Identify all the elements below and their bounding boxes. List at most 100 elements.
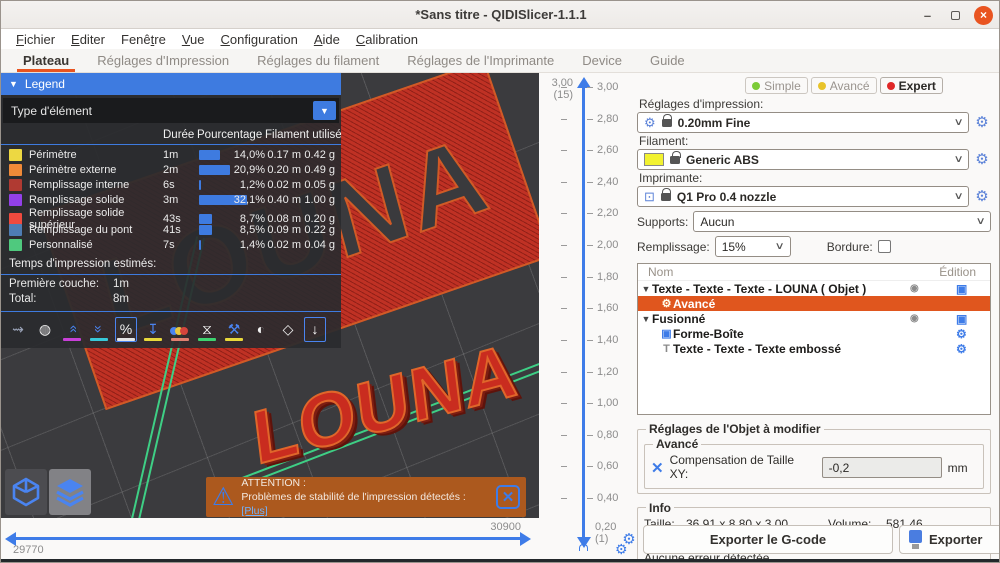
tab-r-glages-d-impression[interactable]: Réglages d'Impression <box>85 49 241 72</box>
feature-mass: 1.00 g <box>304 193 335 206</box>
supports-combo[interactable]: Aucun ∨ <box>693 211 991 232</box>
feature-label: Remplissage du pont <box>29 223 133 236</box>
printer-combo[interactable]: ⊡ Q1 Pro 0.4 nozzle ∨ <box>637 186 969 207</box>
infill-combo[interactable]: 15% ∨ <box>714 236 791 257</box>
menu-fichier[interactable]: Fichier <box>9 31 62 48</box>
usb-drive-icon <box>908 529 923 549</box>
3d-view-button[interactable] <box>5 469 47 515</box>
brim-checkbox[interactable] <box>877 240 891 253</box>
menu-calibration[interactable]: Calibration <box>349 31 425 48</box>
layers-icon <box>56 479 84 507</box>
slider-right-handle[interactable] <box>520 531 531 546</box>
slider-bottom-labels: 0,20 (1) <box>595 521 616 545</box>
center-of-gravity-icon[interactable]: ◐ <box>250 317 272 342</box>
feature-time: 7s <box>163 238 175 251</box>
estimate-first-layer: Première couche: 1m <box>1 275 341 290</box>
export-settings-gear-button[interactable]: ⚙ <box>621 530 637 548</box>
view-type-select[interactable]: Type d'élément ▼ <box>3 98 339 123</box>
shells-icon[interactable]: ◇ <box>277 317 299 342</box>
close-button[interactable]: × <box>974 5 993 25</box>
layers-view-button[interactable] <box>49 469 91 515</box>
column-pourcentage: Pourcentage <box>197 128 263 141</box>
maximize-button[interactable] <box>946 6 965 25</box>
expander-icon[interactable]: ▼ <box>640 314 652 324</box>
arrow-down-icon[interactable]: ↓ <box>304 317 326 342</box>
moves-slider-row: 30900 29770 <box>1 518 539 559</box>
warning-message: Problèmes de stabilité de l'impression d… <box>241 490 466 503</box>
object-row-fusionne[interactable]: ▼ Fusionné ◉ ▣ <box>638 311 990 326</box>
slider-tick: 3,00 <box>561 81 633 93</box>
object-settings-title: Réglages de l'Objet à modifier <box>649 422 821 436</box>
slider-tick: 2,80 <box>561 113 633 125</box>
gear-icon[interactable]: ⚙ <box>956 328 967 340</box>
chevrons-down-icon[interactable]: » <box>88 317 110 342</box>
mode-simple[interactable]: Simple <box>745 77 808 94</box>
object-row-louna[interactable]: ▼ Texte - Texte - Texte - LOUNA ( Objet … <box>638 281 990 296</box>
gear-icon[interactable]: ⚙ <box>956 343 967 355</box>
text-icon: T <box>663 342 670 355</box>
legend-rows: Périmètre 1m 14,0% 0.17 m 0.42 g Périmèt… <box>1 147 341 252</box>
colorprint-icon[interactable] <box>169 317 191 342</box>
slider-max-label: 30900 <box>490 521 521 533</box>
edit-layers-icon[interactable]: ▣ <box>956 283 967 295</box>
percent-bar <box>199 149 220 160</box>
object-row-forme-boite[interactable]: ▣ Forme-Boîte ⚙ <box>638 326 990 341</box>
object-row-settings-selected[interactable]: ⚙ Avancé <box>638 296 990 311</box>
menu-aide[interactable]: Aide <box>307 31 347 48</box>
warning-close-button[interactable]: ✕ <box>496 485 520 509</box>
qidislicer-window: *Sans titre - QIDISlicer-1.1.1 – × Fichi… <box>0 0 1000 563</box>
eye-icon[interactable]: ◉ <box>910 283 919 294</box>
settings-row-label: Avancé <box>673 296 716 311</box>
xy-compensation-input[interactable] <box>821 457 942 479</box>
object-list: Nom Édition ▼ Texte - Texte - Texte - LO… <box>637 263 991 415</box>
estimated-time-icon[interactable]: ⧖ <box>196 317 218 342</box>
legend-title: Legend <box>24 77 65 91</box>
tab-r-glages-de-l-imprimante[interactable]: Réglages de l'Imprimante <box>395 49 566 72</box>
tab-device[interactable]: Device <box>570 49 634 72</box>
column-edition: Édition <box>939 265 976 279</box>
warning-more-link[interactable]: [Plus] <box>241 505 267 517</box>
slider-tick: 1,60 <box>561 302 633 314</box>
export-to-device-button[interactable]: Exporter <box>899 524 999 554</box>
edit-layers-icon[interactable]: ▣ <box>956 313 967 325</box>
mode-expert[interactable]: Expert <box>879 77 943 94</box>
legend-row: Périmètre 1m 14,0% 0.17 m 0.42 g <box>1 147 341 162</box>
dropdown-button[interactable]: ▼ <box>313 101 336 120</box>
chevrons-up-icon[interactable]: » <box>61 317 83 342</box>
tab-guide[interactable]: Guide <box>638 49 697 72</box>
tab-r-glages-du-filament[interactable]: Réglages du filament <box>245 49 391 72</box>
filament-gear-button[interactable]: ⚙ <box>973 152 991 167</box>
menu-configuration[interactable]: Configuration <box>214 31 305 48</box>
menu-fentre[interactable]: Fenêtre <box>114 31 173 48</box>
window-title: *Sans titre - QIDISlicer-1.1.1 <box>415 7 587 22</box>
titlebar: *Sans titre - QIDISlicer-1.1.1 – × <box>1 1 999 29</box>
moves-slider-track[interactable] <box>15 537 521 540</box>
printer-gear-button[interactable]: ⚙ <box>973 189 991 204</box>
menu-editer[interactable]: Editer <box>64 31 112 48</box>
remove-parameter-icon[interactable]: ✕ <box>651 459 664 477</box>
tool-edit-icon[interactable]: ⚒ <box>223 317 245 342</box>
retractions-icon[interactable]: ↧ <box>142 317 164 342</box>
filament-combo[interactable]: Generic ABS ∨ <box>637 149 969 170</box>
tab-plateau[interactable]: Plateau <box>11 49 81 72</box>
print-settings-combo[interactable]: ⚙ 0.20mm Fine ∨ <box>637 112 969 133</box>
eye-icon[interactable]: ◉ <box>910 313 919 324</box>
feature-length: 0.02 m <box>267 178 301 191</box>
xy-compensation-row: ✕ Compensation de Taille XY: mm <box>651 453 977 482</box>
legend-header[interactable]: ▼ Legend <box>1 73 341 95</box>
mode-avanc[interactable]: Avancé <box>810 77 877 94</box>
export-gcode-button[interactable]: Exporter le G-code <box>643 524 893 554</box>
feature-mass: 0.49 g <box>304 163 335 176</box>
wipe-icon[interactable]: ◍ <box>34 317 56 342</box>
unit-label: mm <box>947 460 968 475</box>
travel-moves-icon[interactable]: ⇝ <box>7 317 29 342</box>
print-settings-gear-button[interactable]: ⚙ <box>973 115 991 130</box>
object-row-texte-embosse[interactable]: T Texte - Texte - Texte embossé ⚙ <box>638 341 990 356</box>
warning-text: ATTENTION : Problèmes de stabilité de l'… <box>241 476 489 518</box>
minimize-button[interactable]: – <box>918 6 937 25</box>
info-title: Info <box>649 500 671 515</box>
percent-icon[interactable]: % <box>115 317 137 342</box>
3d-viewport[interactable]: LOUNA LOUNA ▼ Legend Type d'élément ▼ Du… <box>1 73 539 518</box>
expander-icon[interactable]: ▼ <box>640 284 652 294</box>
menu-vue[interactable]: Vue <box>175 31 212 48</box>
